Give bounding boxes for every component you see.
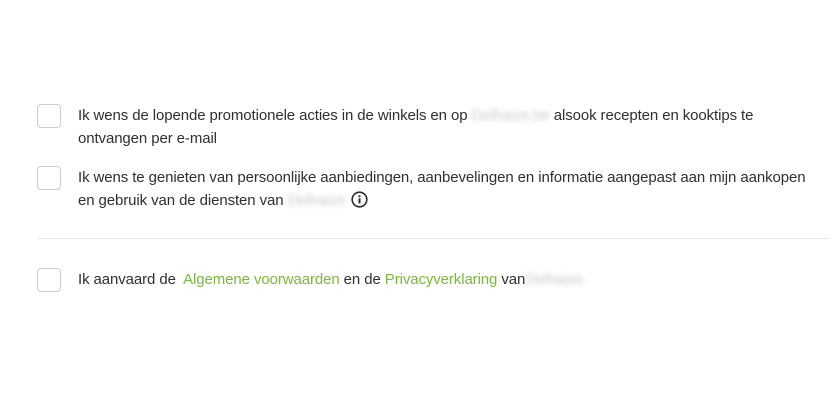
consent-terms-row: Ik aanvaard de Algemene voorwaarden en d…	[37, 268, 813, 292]
promotions-text-before: Ik wens de lopende promotionele acties i…	[78, 107, 468, 124]
promotions-consent-text: Ik wens de lopende promotionele acties i…	[78, 104, 813, 150]
terms-text-middle: en de	[343, 271, 381, 288]
personalized-text-before: Ik wens te genieten van persoonlijke aan…	[78, 169, 806, 209]
terms-text-after: van	[501, 271, 526, 288]
blurred-company-name-terms: Delhaize.	[525, 271, 587, 288]
blurred-website-name: Delhaize.be	[471, 107, 550, 124]
consent-promotions-row: Ik wens de lopende promotionele acties i…	[37, 104, 813, 150]
general-terms-link[interactable]: Algemene voorwaarden	[183, 271, 340, 288]
info-circle-icon[interactable]	[351, 191, 368, 208]
privacy-statement-link[interactable]: Privacyverklaring	[385, 271, 498, 288]
consent-personalized-row: Ik wens te genieten van persoonlijke aan…	[37, 166, 813, 212]
terms-text-before: Ik aanvaard de	[78, 271, 176, 288]
personalized-offers-checkbox[interactable]	[37, 166, 61, 190]
blurred-company-name: Delhaize	[287, 192, 346, 209]
section-divider	[37, 238, 829, 239]
terms-checkbox[interactable]	[37, 268, 61, 292]
promotions-checkbox[interactable]	[37, 104, 61, 128]
terms-consent-text: Ik aanvaard de Algemene voorwaarden en d…	[78, 268, 813, 291]
personalized-consent-text: Ik wens te genieten van persoonlijke aan…	[78, 166, 813, 212]
